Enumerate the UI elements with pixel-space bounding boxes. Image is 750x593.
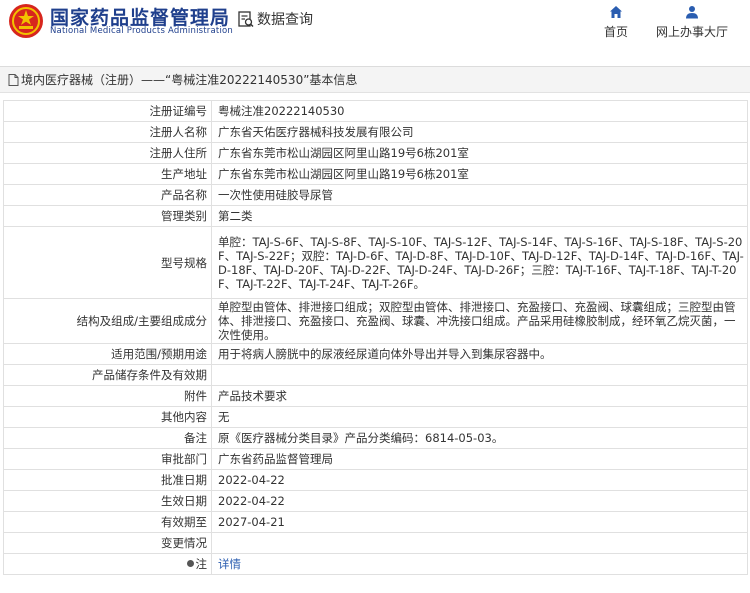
field-label: 管理类别 — [3, 205, 212, 227]
table-row: 备注 原《医疗器械分类目录》产品分类编码：6814-05-03。 — [3, 427, 748, 449]
table-row: 注 详情 — [3, 553, 748, 575]
table-row: 管理类别 第二类 — [3, 205, 748, 227]
breadcrumb-text: 境内医疗器械（注册）——“粤械注准20222140530”基本信息 — [21, 73, 358, 87]
field-label: 生效日期 — [3, 490, 212, 512]
nav-home[interactable]: 首页 — [602, 5, 630, 40]
field-value: 粤械注准20222140530 — [211, 100, 748, 122]
field-label: 有效期至 — [3, 511, 212, 533]
field-value: 广东省东莞市松山湖园区阿里山路19号6栋201室 — [211, 142, 748, 164]
table-row: 批准日期 2022-04-22 — [3, 469, 748, 491]
field-value — [211, 532, 748, 554]
details-link[interactable]: 详情 — [218, 557, 241, 571]
field-label: 注册人住所 — [3, 142, 212, 164]
field-value: 无 — [211, 406, 748, 428]
home-icon — [610, 6, 622, 18]
field-value: 2027-04-21 — [211, 511, 748, 533]
field-label: 变更情况 — [3, 532, 212, 554]
field-value: 第二类 — [211, 205, 748, 227]
field-value: 单腔型由管体、排泄接口组成；双腔型由管体、排泄接口、充盈接口、充盈阀、球囊组成；… — [211, 298, 748, 344]
data-query-link[interactable]: 数据查询 — [238, 9, 313, 29]
field-label: 批准日期 — [3, 469, 212, 491]
field-value: 广东省天佑医疗器械科技发展有限公司 — [211, 121, 748, 143]
field-value: 广东省东莞市松山湖园区阿里山路19号6栋201室 — [211, 163, 748, 185]
field-label: 其他内容 — [3, 406, 212, 428]
field-value: 单腔：TAJ-S-6F、TAJ-S-8F、TAJ-S-10F、TAJ-S-12F… — [211, 226, 748, 299]
bullet-dot-icon — [186, 560, 194, 567]
field-label: 附件 — [3, 385, 212, 407]
field-label: 注 — [195, 557, 208, 571]
field-value: 产品技术要求 — [211, 385, 748, 407]
table-row: 结构及组成/主要组成成分 单腔型由管体、排泄接口组成；双腔型由管体、排泄接口、充… — [3, 298, 748, 344]
field-label: 型号规格 — [3, 226, 212, 299]
field-label: 审批部门 — [3, 448, 212, 470]
table-row: 其他内容 无 — [3, 406, 748, 428]
table-row: 适用范围/预期用途 用于将病人膀胱中的尿液经尿道向体外导出并导入到集尿容器中。 — [3, 343, 748, 365]
data-query-label: 数据查询 — [257, 12, 313, 28]
field-value: 用于将病人膀胱中的尿液经尿道向体外导出并导入到集尿容器中。 — [211, 343, 748, 365]
field-label: 备注 — [3, 427, 212, 449]
table-row: 生产地址 广东省东莞市松山湖园区阿里山路19号6栋201室 — [3, 163, 748, 185]
breadcrumb: 境内医疗器械（注册）——“粤械注准20222140530”基本信息 — [0, 67, 750, 93]
field-value: 原《医疗器械分类目录》产品分类编码：6814-05-03。 — [211, 427, 748, 449]
field-value: 2022-04-22 — [211, 490, 748, 512]
field-label: 产品名称 — [3, 184, 212, 206]
data-query-icon — [238, 10, 254, 27]
field-label: 注册证编号 — [3, 100, 212, 122]
table-row: 注册人名称 广东省天佑医疗器械科技发展有限公司 — [3, 121, 748, 143]
field-label: 生产地址 — [3, 163, 212, 185]
table-row: 审批部门 广东省药品监督管理局 — [3, 448, 748, 470]
table-row: 附件 产品技术要求 — [3, 385, 748, 407]
field-label: 适用范围/预期用途 — [3, 343, 212, 365]
nav-online-office-label: 网上办事大厅 — [655, 25, 728, 39]
field-value: 2022-04-22 — [211, 469, 748, 491]
table-row: 产品储存条件及有效期 — [3, 364, 748, 386]
table-row: 注册人住所 广东省东莞市松山湖园区阿里山路19号6栋201室 — [3, 142, 748, 164]
person-icon — [686, 6, 698, 19]
field-value: 一次性使用硅胶导尿管 — [211, 184, 748, 206]
nav-online-office[interactable]: 网上办事大厅 — [654, 5, 730, 40]
field-label: 产品储存条件及有效期 — [3, 364, 212, 386]
table-row: 型号规格 单腔：TAJ-S-6F、TAJ-S-8F、TAJ-S-10F、TAJ-… — [3, 226, 748, 299]
field-label: 注册人名称 — [3, 121, 212, 143]
table-row: 变更情况 — [3, 532, 748, 554]
registration-info-table: 注册证编号 粤械注准20222140530 注册人名称 广东省天佑医疗器械科技发… — [3, 100, 748, 575]
field-value: 详情 — [211, 553, 748, 575]
note-label-cell: 注 — [3, 553, 212, 575]
document-icon — [8, 73, 19, 86]
field-label: 结构及组成/主要组成成分 — [3, 298, 212, 344]
site-header: 国家药品监督管理局 National Medical Products Admi… — [0, 0, 750, 58]
detail-panel: 境内医疗器械（注册）——“粤械注准20222140530”基本信息 注册证编号 … — [0, 66, 750, 593]
table-row: 产品名称 一次性使用硅胶导尿管 — [3, 184, 748, 206]
table-row: 有效期至 2027-04-21 — [3, 511, 748, 533]
nav-home-label: 首页 — [603, 25, 628, 39]
site-subtitle: National Medical Products Administration — [50, 26, 233, 36]
table-row: 生效日期 2022-04-22 — [3, 490, 748, 512]
field-value — [211, 364, 748, 386]
national-emblem-icon — [9, 4, 43, 38]
field-value: 广东省药品监督管理局 — [211, 448, 748, 470]
table-row: 注册证编号 粤械注准20222140530 — [3, 100, 748, 122]
